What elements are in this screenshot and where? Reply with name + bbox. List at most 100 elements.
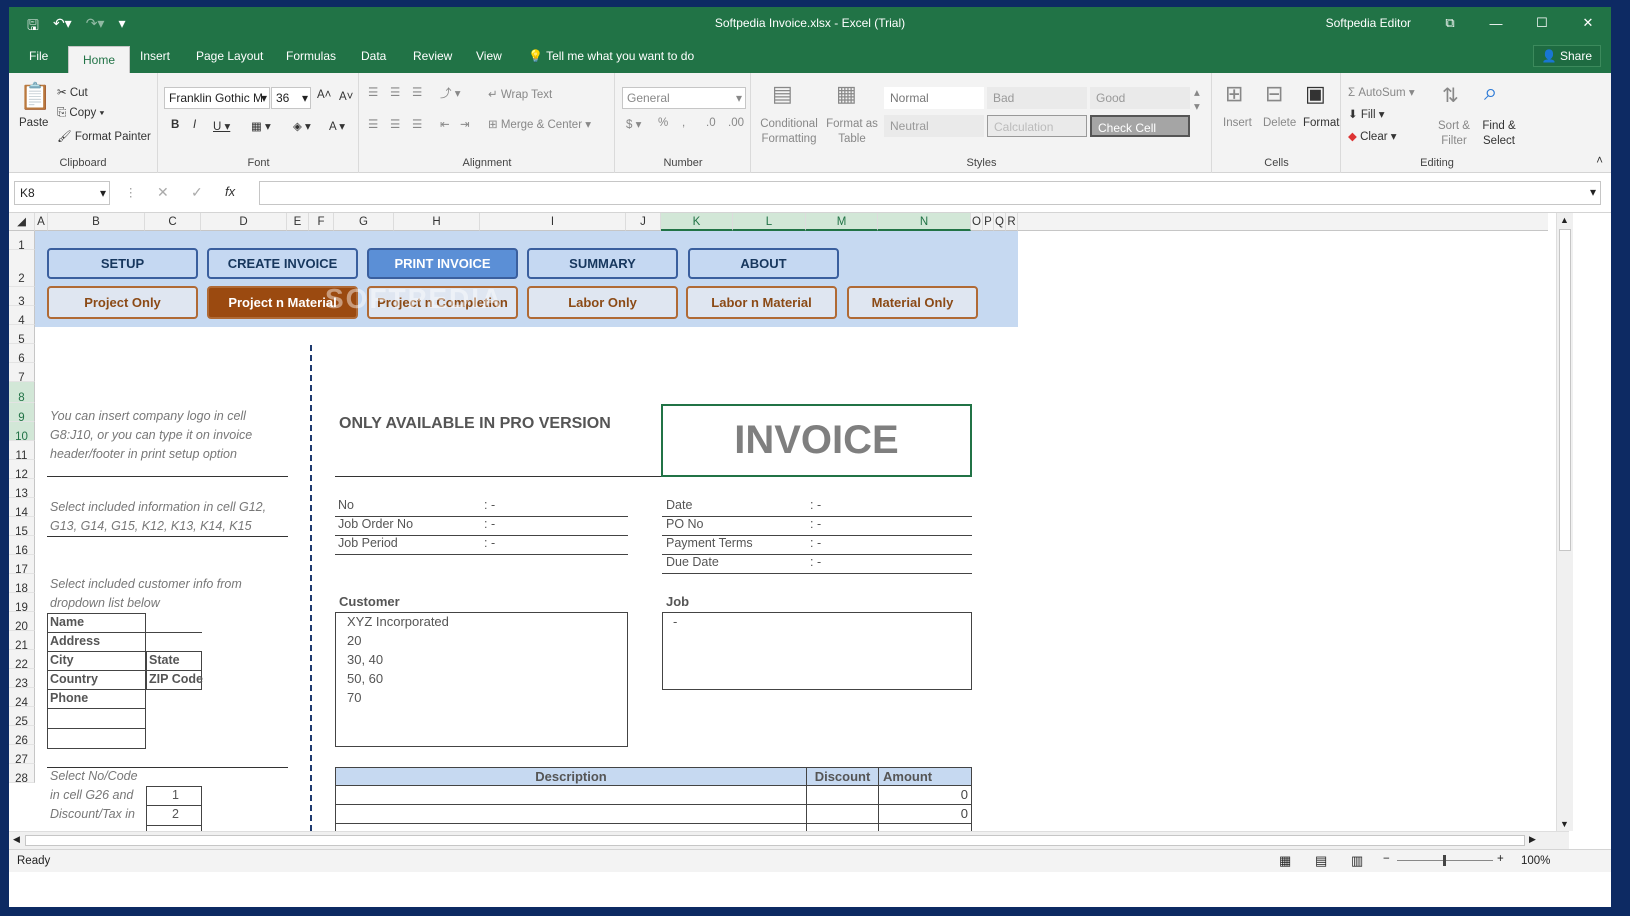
page-break-view-icon[interactable]: ▥ bbox=[1351, 853, 1363, 869]
code-value[interactable]: 1 bbox=[146, 788, 202, 802]
tab-view[interactable]: View bbox=[476, 49, 502, 63]
shrink-font-icon[interactable]: A˅ bbox=[339, 91, 353, 103]
row-header-3[interactable]: 3 bbox=[9, 287, 35, 308]
setup-button[interactable]: SETUP bbox=[47, 248, 198, 279]
phone-field[interactable]: Phone bbox=[47, 691, 88, 705]
styles-scroll-icon[interactable]: ▴ ▾ bbox=[1194, 85, 1200, 113]
style-good[interactable]: Good bbox=[1090, 87, 1190, 109]
tab-data[interactable]: Data bbox=[361, 49, 386, 63]
align-middle-icon[interactable]: ☰ bbox=[390, 85, 400, 99]
cut-button[interactable]: ✂ Cut bbox=[57, 85, 88, 99]
increase-decimal-icon[interactable]: .0 bbox=[706, 117, 716, 129]
paste-icon[interactable]: 📋 bbox=[19, 81, 51, 112]
col-header-p[interactable]: P bbox=[983, 213, 994, 231]
col-header-n[interactable]: N bbox=[878, 213, 971, 231]
row-header-16[interactable]: 16 bbox=[9, 536, 35, 557]
job-period-value[interactable]: : - bbox=[484, 536, 495, 550]
close-icon[interactable]: ✕ bbox=[1565, 7, 1611, 39]
number-format-select[interactable]: General ▾ bbox=[622, 87, 746, 109]
cancel-icon[interactable]: ✕ bbox=[157, 184, 169, 201]
row-header-26[interactable]: 26 bbox=[9, 726, 35, 747]
row-header-21[interactable]: 21 bbox=[9, 631, 35, 652]
enter-icon[interactable]: ✓ bbox=[191, 184, 203, 201]
align-right-icon[interactable]: ☰ bbox=[412, 117, 422, 131]
bold-icon[interactable]: B bbox=[171, 119, 179, 131]
row-header-18[interactable]: 18 bbox=[9, 574, 35, 595]
style-neutral[interactable]: Neutral bbox=[884, 115, 984, 137]
name-field[interactable]: Name bbox=[47, 615, 84, 629]
align-top-icon[interactable]: ☰ bbox=[368, 85, 378, 99]
po-value[interactable]: : - bbox=[810, 517, 821, 531]
col-header-i[interactable]: I bbox=[480, 213, 626, 231]
row-header-2[interactable]: 2 bbox=[9, 250, 35, 287]
clear-button[interactable]: ◆ Clear ▾ bbox=[1348, 129, 1397, 143]
italic-icon[interactable]: I bbox=[193, 119, 196, 131]
formula-input[interactable]: ▾ bbox=[259, 181, 1601, 205]
row-header-9[interactable]: 9 bbox=[9, 403, 35, 424]
col-header-f[interactable]: F bbox=[309, 213, 334, 231]
paste-button[interactable]: Paste bbox=[19, 117, 48, 129]
delete-cells-button[interactable]: Delete bbox=[1263, 117, 1296, 129]
col-header-q[interactable]: Q bbox=[994, 213, 1006, 231]
collapse-ribbon-icon[interactable]: ˄ bbox=[1596, 155, 1603, 167]
name-box[interactable]: K8 ▾ bbox=[14, 181, 110, 205]
tab-home[interactable]: Home bbox=[68, 46, 131, 73]
style-bad[interactable]: Bad bbox=[987, 87, 1087, 109]
about-button[interactable]: ABOUT bbox=[688, 248, 839, 279]
create-invoice-button[interactable]: CREATE INVOICE bbox=[207, 248, 358, 279]
zip-field[interactable]: ZIP Code bbox=[146, 672, 203, 686]
zoom-slider-thumb[interactable] bbox=[1443, 855, 1446, 866]
style-calculation[interactable]: Calculation bbox=[987, 115, 1087, 137]
amount-cell[interactable]: 0 bbox=[878, 786, 972, 805]
job-box[interactable] bbox=[662, 612, 972, 690]
row-header-15[interactable]: 15 bbox=[9, 517, 35, 538]
vertical-scroll-thumb[interactable] bbox=[1559, 229, 1571, 551]
row-header-22[interactable]: 22 bbox=[9, 650, 35, 671]
col-header-d[interactable]: D bbox=[201, 213, 287, 231]
orientation-icon[interactable]: ⤴ ▾ bbox=[440, 85, 460, 101]
tab-formulas[interactable]: Formulas bbox=[286, 49, 336, 63]
sort-filter-button[interactable]: Sort & Filter bbox=[1436, 119, 1472, 149]
scroll-down-icon[interactable]: ▼ bbox=[1560, 819, 1569, 829]
scroll-up-icon[interactable]: ▲ bbox=[1560, 215, 1569, 225]
row-header-27[interactable]: 27 bbox=[9, 745, 35, 766]
style-normal[interactable]: Normal bbox=[884, 87, 984, 109]
insert-function-icon[interactable]: fx bbox=[225, 184, 235, 199]
row-header-14[interactable]: 14 bbox=[9, 498, 35, 519]
align-left-icon[interactable]: ☰ bbox=[368, 117, 378, 131]
tab-page-layout[interactable]: Page Layout bbox=[196, 49, 263, 63]
zoom-level[interactable]: 100% bbox=[1521, 855, 1550, 867]
invoice-title[interactable]: INVOICE bbox=[661, 404, 972, 477]
format-as-table-button[interactable]: Format as Table bbox=[824, 117, 880, 147]
zoom-out-icon[interactable]: − bbox=[1383, 853, 1390, 865]
increase-indent-icon[interactable]: ⇥ bbox=[460, 117, 470, 131]
row-header-24[interactable]: 24 bbox=[9, 688, 35, 709]
insert-cells-button[interactable]: Insert bbox=[1223, 117, 1252, 129]
row-header-12[interactable]: 12 bbox=[9, 460, 35, 481]
city-field[interactable]: City bbox=[47, 653, 74, 667]
table-row[interactable] bbox=[335, 805, 807, 824]
horizontal-scrollbar[interactable]: ◀ ▶ bbox=[9, 831, 1569, 849]
font-size-select[interactable]: 36 ▾ bbox=[271, 87, 311, 109]
horizontal-scroll-thumb[interactable] bbox=[25, 835, 1525, 846]
row-header-6[interactable]: 6 bbox=[9, 344, 35, 365]
job-order-value[interactable]: : - bbox=[484, 517, 495, 531]
col-header-k[interactable]: K bbox=[661, 213, 733, 231]
col-header-b[interactable]: B bbox=[48, 213, 145, 231]
wrap-text-button[interactable]: ↵ Wrap Text bbox=[488, 87, 552, 101]
row-header-8[interactable]: 8 bbox=[9, 382, 35, 404]
row-header-28[interactable]: 28 bbox=[9, 764, 35, 785]
align-center-icon[interactable]: ☰ bbox=[390, 117, 400, 131]
col-header-l[interactable]: L bbox=[733, 213, 806, 231]
country-field[interactable]: Country bbox=[47, 672, 98, 686]
merge-center-button[interactable]: ⊞ Merge & Center ▾ bbox=[488, 117, 591, 131]
tab-insert[interactable]: Insert bbox=[140, 49, 170, 63]
amount-cell[interactable] bbox=[878, 824, 972, 831]
decrease-decimal-icon[interactable]: .00 bbox=[728, 117, 744, 129]
align-bottom-icon[interactable]: ☰ bbox=[412, 85, 422, 99]
find-select-button[interactable]: Find & Select bbox=[1478, 119, 1520, 149]
style-check-cell[interactable]: Check Cell bbox=[1090, 115, 1190, 137]
expand-formula-icon[interactable]: ▾ bbox=[1590, 185, 1596, 199]
col-header-m[interactable]: M bbox=[806, 213, 878, 231]
vertical-scrollbar[interactable]: ▲ ▼ bbox=[1556, 213, 1573, 831]
